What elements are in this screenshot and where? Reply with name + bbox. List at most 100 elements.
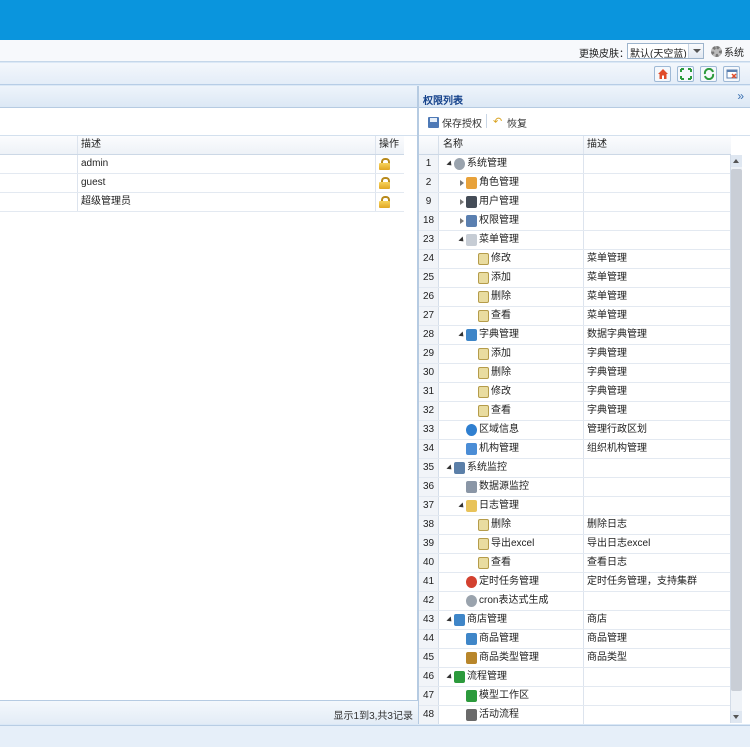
home-icon[interactable]	[654, 66, 671, 82]
permission-panel-title: 权限列表	[423, 96, 463, 107]
tree-node-desc: 查看日志	[587, 557, 627, 568]
tree-row[interactable]: 41 定时任务管理 定时任务管理，支持集群	[419, 573, 731, 592]
expanded-toggle-icon[interactable]	[446, 464, 454, 472]
tree-node-desc: 商品类型	[587, 652, 627, 663]
tree-node-cell: 菜单管理	[439, 231, 584, 249]
tree-node-desc	[584, 497, 731, 515]
tree-row[interactable]: 18 权限管理	[419, 212, 731, 231]
page-icon	[478, 405, 489, 417]
row-number: 48	[419, 706, 439, 724]
tree-row[interactable]: 9 用户管理	[419, 193, 731, 212]
row-number: 40	[419, 554, 439, 572]
tree-row[interactable]: 30 删除 字典管理	[419, 364, 731, 383]
tree-node-label: 添加	[491, 272, 511, 283]
tree-node-label: 查看	[491, 405, 511, 416]
tree-row[interactable]: 34 机构管理 组织机构管理	[419, 440, 731, 459]
row-action	[375, 155, 404, 173]
table-row[interactable]: admin	[0, 155, 404, 174]
tree-row[interactable]: 39 导出excel 导出日志excel	[419, 535, 731, 554]
tree-row[interactable]: 38 删除 删除日志	[419, 516, 731, 535]
scroll-down-arrow-icon[interactable]	[731, 711, 742, 723]
system-link[interactable]: 系统	[711, 44, 744, 59]
expanded-toggle-icon[interactable]	[458, 236, 466, 244]
row-number: 30	[419, 364, 439, 382]
column-header-action[interactable]: 操作	[375, 136, 404, 154]
tree-node-cell: 日志管理	[439, 497, 584, 515]
permission-icon	[466, 215, 477, 227]
tree-row[interactable]: 47 模型工作区	[419, 687, 731, 706]
table-row[interactable]: guest	[0, 174, 404, 193]
scroll-thumb[interactable]	[731, 169, 742, 691]
skin-select[interactable]: 默认(天空蓝)	[627, 43, 704, 59]
restore-button[interactable]: ↶ 恢复	[493, 115, 527, 131]
tree-row[interactable]: 29 添加 字典管理	[419, 345, 731, 364]
column-header-desc[interactable]: 描述	[584, 136, 731, 154]
row-number: 44	[419, 630, 439, 648]
column-header-name[interactable]: 名称	[439, 136, 584, 154]
close-window-icon[interactable]	[723, 66, 740, 82]
lock-icon[interactable]	[379, 177, 390, 189]
tree-node-label: 查看	[491, 310, 511, 321]
expanded-toggle-icon[interactable]	[446, 160, 454, 168]
tree-row[interactable]: 40 查看 查看日志	[419, 554, 731, 573]
refresh-icon[interactable]	[700, 66, 717, 82]
collapsed-toggle-icon[interactable]	[460, 180, 464, 186]
role-grid-header: 描述 操作	[0, 136, 404, 155]
row-number: 39	[419, 535, 439, 553]
gear-icon	[711, 46, 722, 57]
tree-node-cell: 商店管理	[439, 611, 584, 629]
double-chevron-right-icon[interactable]: »	[737, 89, 744, 103]
permission-scrollbar[interactable]	[730, 155, 742, 723]
tree-row[interactable]: 25 添加 菜单管理	[419, 269, 731, 288]
expanded-toggle-icon[interactable]	[458, 331, 466, 339]
row-number: 47	[419, 687, 439, 705]
row-desc: guest	[77, 174, 375, 192]
column-header-desc[interactable]: 描述	[77, 136, 375, 154]
status-bar	[0, 725, 750, 747]
expanded-toggle-icon[interactable]	[446, 673, 454, 681]
shop-folder-icon	[454, 614, 465, 626]
lock-icon[interactable]	[379, 196, 390, 208]
tree-node-label: 流程管理	[467, 671, 507, 682]
tree-row[interactable]: 36 数据源监控	[419, 478, 731, 497]
row-number: 27	[419, 307, 439, 325]
tree-row[interactable]: 44 商品管理 商品管理	[419, 630, 731, 649]
tree-node-cell: 模型工作区	[439, 687, 584, 705]
column-header-blank	[0, 136, 77, 154]
expanded-toggle-icon[interactable]	[446, 616, 454, 624]
tree-row[interactable]: 46 流程管理	[419, 668, 731, 687]
tree-row[interactable]: 23 菜单管理	[419, 231, 731, 250]
save-authorization-button[interactable]: 保存授权	[428, 115, 482, 130]
tree-row[interactable]: 31 修改 字典管理	[419, 383, 731, 402]
tree-row[interactable]: 35 系统监控	[419, 459, 731, 478]
tree-row[interactable]: 43 商店管理 商店	[419, 611, 731, 630]
tree-node-label: 菜单管理	[479, 234, 519, 245]
tree-row[interactable]: 37 日志管理	[419, 497, 731, 516]
table-row[interactable]: 超级管理员	[0, 193, 404, 212]
tree-row[interactable]: 48 活动流程	[419, 706, 731, 724]
tree-node-label: 删除	[491, 519, 511, 530]
tree-node-desc	[584, 706, 731, 724]
chevron-down-icon[interactable]	[688, 44, 703, 58]
tree-row[interactable]: 26 删除 菜单管理	[419, 288, 731, 307]
tree-row[interactable]: 32 查看 字典管理	[419, 402, 731, 421]
collapsed-toggle-icon[interactable]	[460, 218, 464, 224]
scroll-up-arrow-icon[interactable]	[731, 155, 742, 167]
tree-row[interactable]: 24 修改 菜单管理	[419, 250, 731, 269]
expanded-toggle-icon[interactable]	[458, 502, 466, 510]
tree-row[interactable]: 33 区域信息 管理行政区划	[419, 421, 731, 440]
lock-icon[interactable]	[379, 158, 390, 170]
tree-row[interactable]: 2 角色管理	[419, 174, 731, 193]
tree-row[interactable]: 45 商品类型管理 商品类型	[419, 649, 731, 668]
tree-row[interactable]: 1 系统管理	[419, 155, 731, 174]
tree-row[interactable]: 28 字典管理 数据字典管理	[419, 326, 731, 345]
tree-row[interactable]: 42 cron表达式生成	[419, 592, 731, 611]
row-cell	[0, 155, 77, 173]
tree-node-label: 用户管理	[479, 196, 519, 207]
tree-row[interactable]: 27 查看 菜单管理	[419, 307, 731, 326]
page-icon	[478, 272, 489, 284]
monitor-icon	[454, 462, 465, 474]
collapsed-toggle-icon[interactable]	[460, 199, 464, 205]
fullscreen-icon[interactable]	[677, 66, 694, 82]
tree-node-label: 区域信息	[479, 424, 519, 435]
